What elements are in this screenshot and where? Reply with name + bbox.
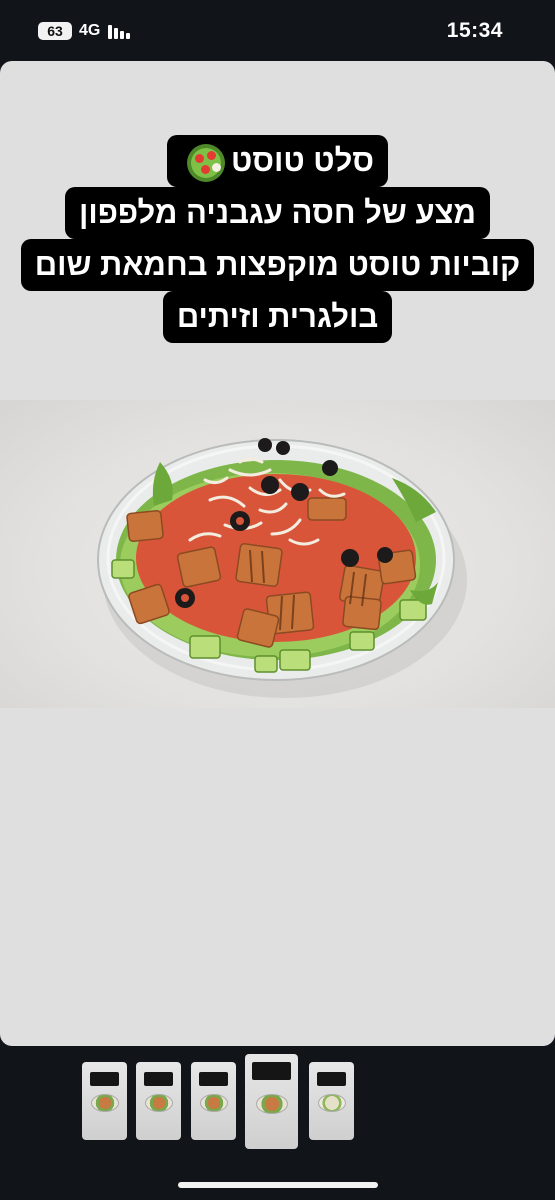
story-thumbnail-2[interactable]	[136, 1062, 181, 1140]
salad-photo	[0, 400, 555, 708]
salad-bowl-icon	[187, 143, 226, 182]
caption-title-text: סלט טוסט	[231, 143, 374, 178]
story-thumbnail-3[interactable]	[191, 1062, 236, 1140]
story-thumbnail-4-active[interactable]	[245, 1054, 298, 1149]
story-caption: סלט טוסט מצע של חסה עגבניה מלפפון קוביות…	[0, 135, 555, 343]
signal-icon	[108, 23, 136, 39]
story-card[interactable]: סלט טוסט מצע של חסה עגבניה מלפפון קוביות…	[0, 61, 555, 1046]
status-bar: 63 4G 15:34	[0, 0, 555, 60]
caption-line-title: סלט טוסט	[167, 135, 388, 187]
caption-line-2: מצע של חסה עגבניה מלפפון	[64, 187, 491, 239]
network-type: 4G	[79, 22, 101, 39]
battery-icon: 63	[38, 22, 72, 40]
battery-level: 63	[47, 23, 63, 39]
clock: 15:34	[446, 19, 503, 42]
home-indicator[interactable]	[178, 1182, 378, 1188]
caption-line-4: בולגרית וזיתים	[162, 291, 393, 343]
caption-line-3: קוביות טוסט מוקפצות בחמאת שום	[20, 239, 535, 291]
story-thumbnails	[0, 1052, 555, 1152]
story-thumbnail-5[interactable]	[309, 1062, 354, 1140]
story-thumbnail-1[interactable]	[82, 1062, 127, 1140]
